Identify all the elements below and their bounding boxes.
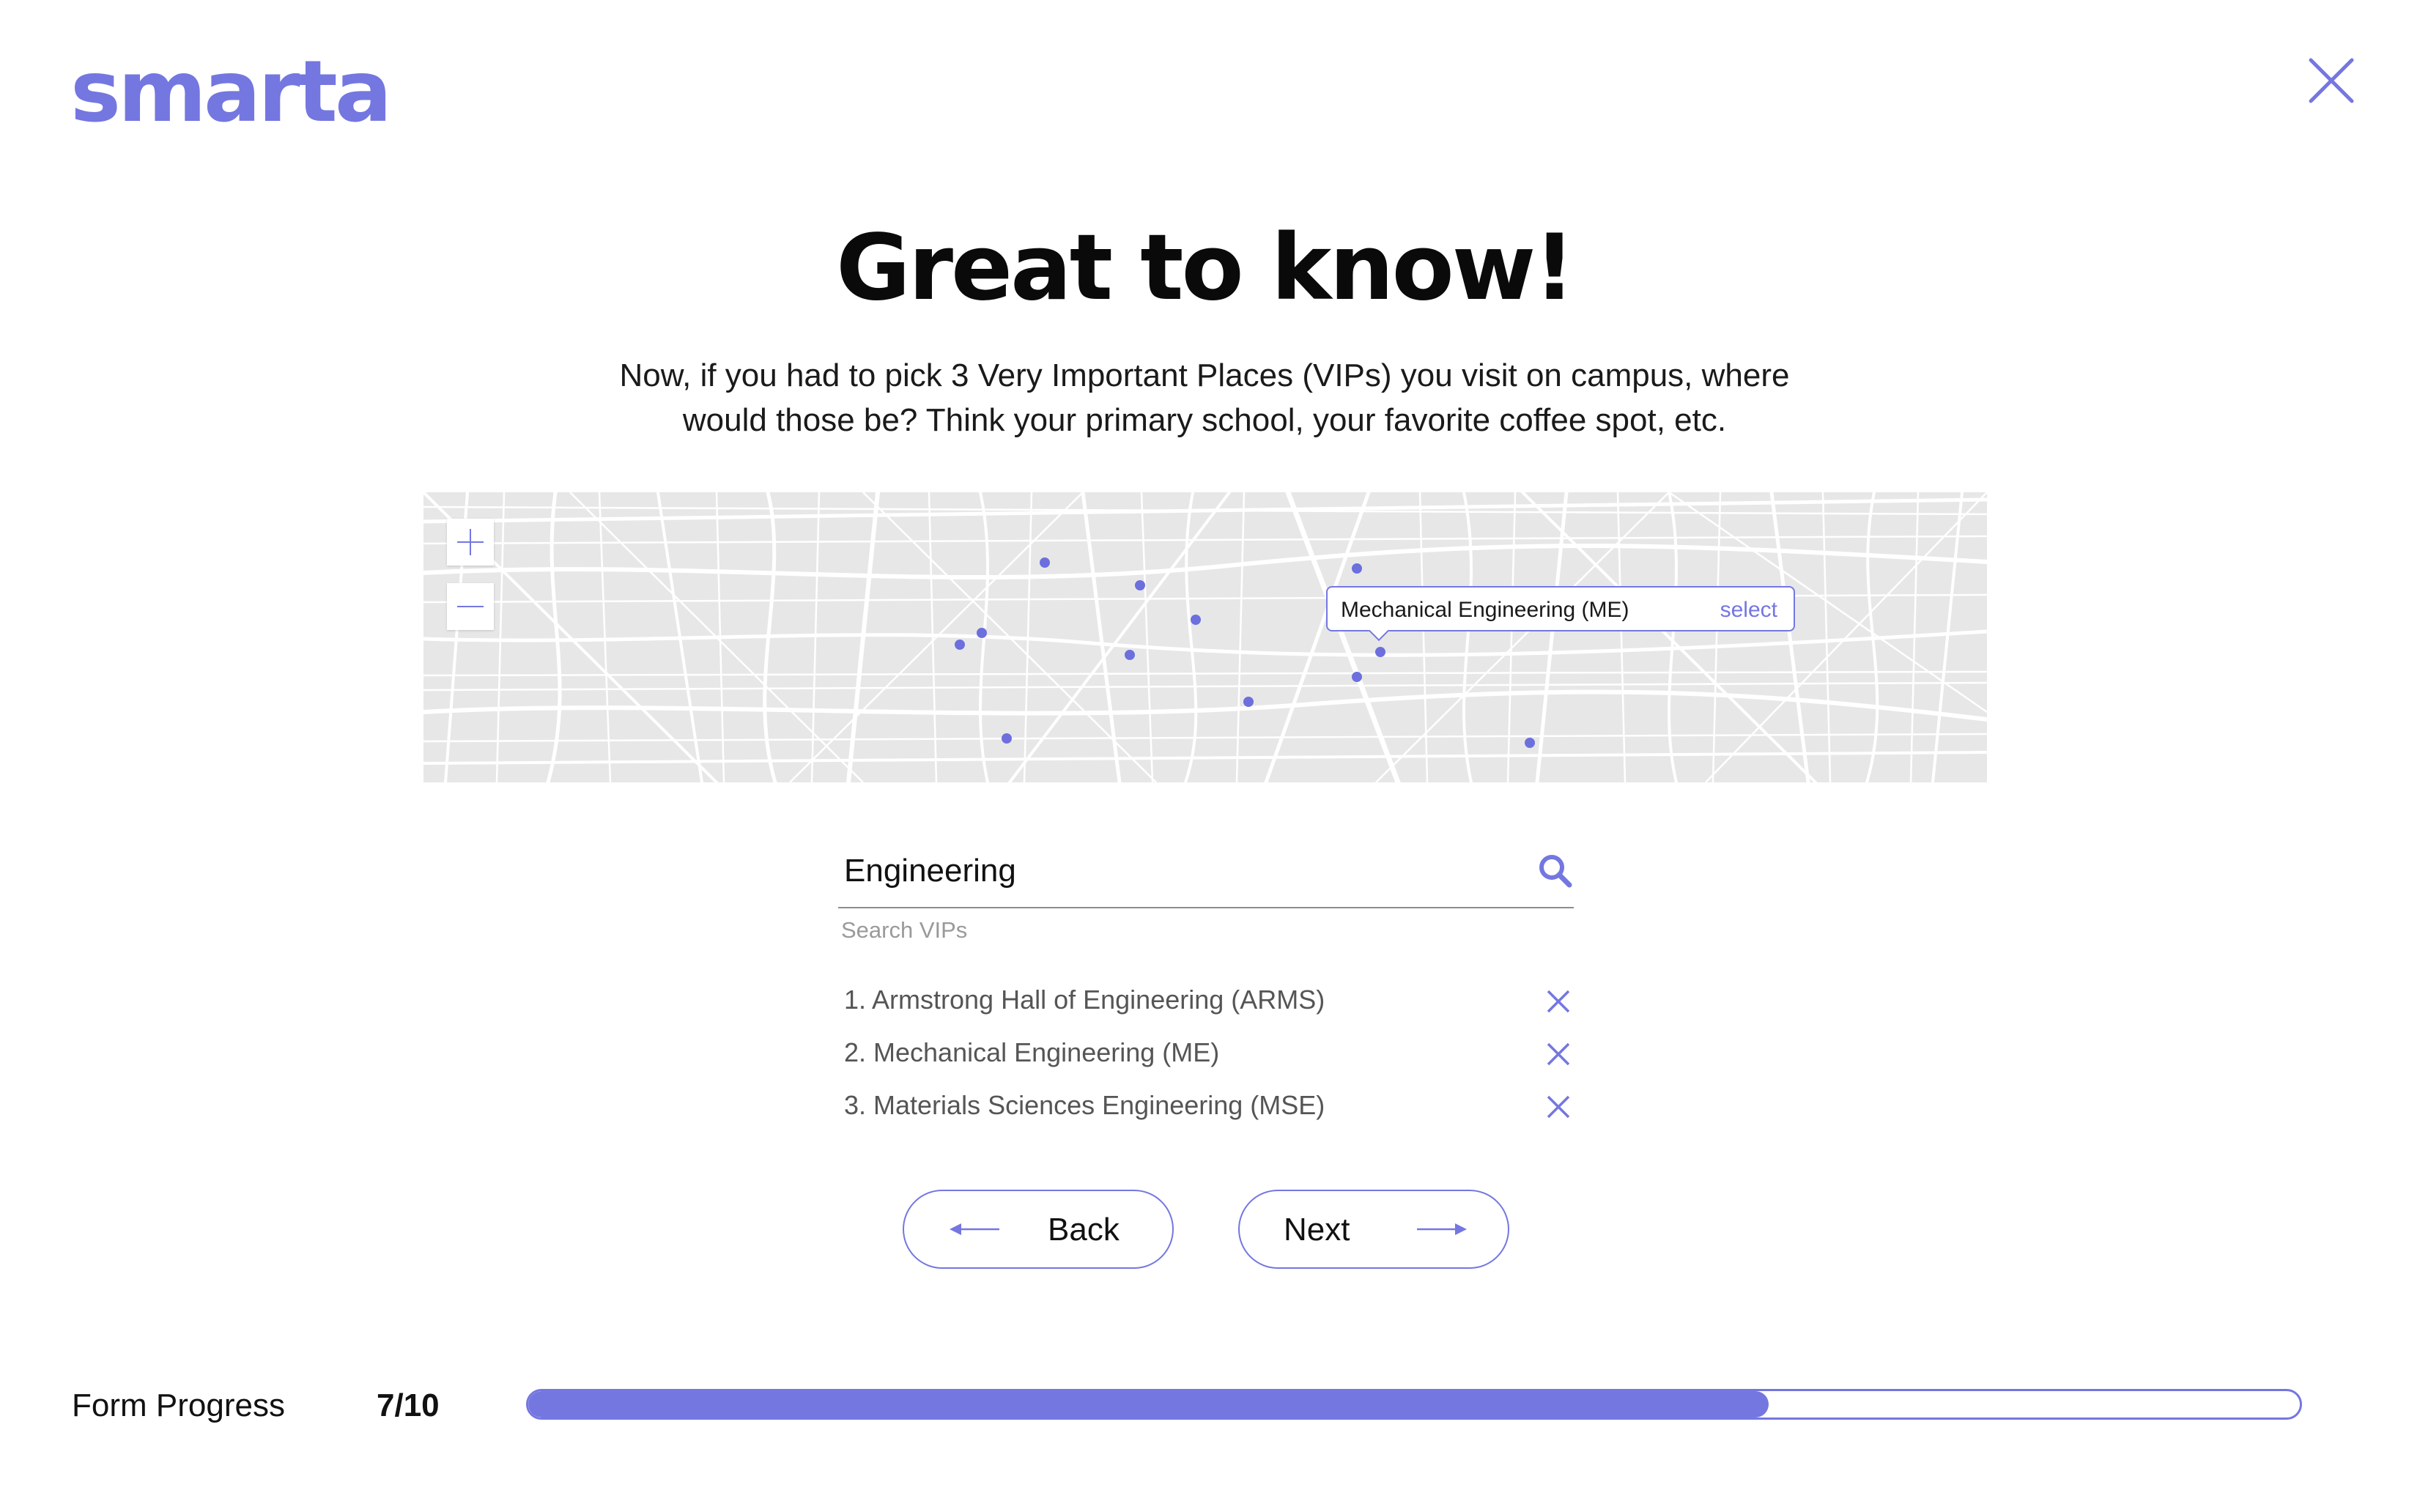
back-button[interactable]: Back [903, 1190, 1174, 1269]
close-icon [2309, 58, 2354, 103]
page-title: Great to know! [836, 215, 1575, 321]
plus-icon [457, 529, 484, 555]
vip-item-label: 1. Armstrong Hall of Engineering (ARMS) [844, 985, 1325, 1015]
zoom-in-button[interactable] [447, 519, 494, 566]
remove-vip-button[interactable] [1544, 1093, 1572, 1121]
search-caption: Search VIPs [841, 917, 968, 943]
map-pin[interactable] [1243, 697, 1254, 707]
vip-item: 3. Materials Sciences Engineering (MSE) [841, 1084, 1577, 1128]
search-input[interactable] [844, 845, 1489, 897]
map-pin[interactable] [1352, 672, 1362, 682]
close-icon [1547, 1042, 1570, 1066]
map-pin[interactable] [1525, 738, 1535, 748]
logo: smarta [70, 42, 392, 141]
minus-icon [457, 606, 484, 607]
close-icon [1547, 990, 1570, 1013]
progress-count: 7/10 [377, 1387, 440, 1423]
progress-label: Form Progress [72, 1387, 285, 1423]
page-subtitle: Now, if you had to pick 3 Very Important… [545, 353, 1864, 442]
next-button[interactable]: Next [1238, 1190, 1509, 1269]
map-pin[interactable] [977, 628, 987, 638]
progress-fill [528, 1391, 1769, 1418]
search-field [838, 838, 1574, 908]
close-button[interactable] [2306, 56, 2356, 105]
map-pin[interactable] [1040, 557, 1050, 568]
back-button-label: Back [1048, 1212, 1120, 1248]
next-button-label: Next [1284, 1212, 1350, 1248]
search-button[interactable] [1537, 853, 1574, 889]
map-pin[interactable] [1002, 733, 1012, 744]
arrow-left-icon [948, 1218, 1001, 1241]
remove-vip-button[interactable] [1544, 1040, 1572, 1068]
vip-item-label: 3. Materials Sciences Engineering (MSE) [844, 1090, 1325, 1120]
map-popup: Mechanical Engineering (ME) select [1326, 586, 1795, 642]
map-pin[interactable] [1135, 580, 1145, 590]
vip-item-label: 2. Mechanical Engineering (ME) [844, 1037, 1220, 1067]
subtitle-line-1: Now, if you had to pick 3 Very Important… [619, 357, 1790, 393]
zoom-out-button[interactable] [447, 583, 494, 630]
arrow-right-icon [1416, 1218, 1468, 1241]
map-pin-selected[interactable] [1375, 647, 1385, 657]
campus-map[interactable]: Mechanical Engineering (ME) select [423, 492, 1987, 782]
popup-select-link[interactable]: select [1720, 598, 1777, 623]
progress-bar [526, 1389, 2302, 1420]
vip-item: 2. Mechanical Engineering (ME) [841, 1031, 1577, 1075]
map-pin[interactable] [1125, 650, 1135, 660]
close-icon [1547, 1095, 1570, 1119]
vip-item: 1. Armstrong Hall of Engineering (ARMS) [841, 979, 1577, 1023]
search-icon [1539, 855, 1572, 888]
popup-place-name: Mechanical Engineering (ME) [1341, 598, 1629, 622]
map-streets [423, 492, 1987, 782]
map-pin[interactable] [955, 640, 965, 650]
subtitle-line-2: would those be? Think your primary schoo… [682, 402, 1727, 438]
map-pin[interactable] [1352, 563, 1362, 574]
map-pin[interactable] [1191, 615, 1201, 625]
remove-vip-button[interactable] [1544, 987, 1572, 1015]
